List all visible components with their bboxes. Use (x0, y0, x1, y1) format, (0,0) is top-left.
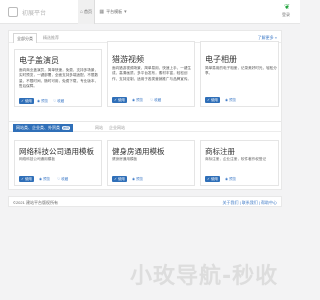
card-description: 面向商业盖演员，简单快速，免费，支持多场景，实时预览，一键部署，全面支持多端适配… (19, 68, 99, 89)
use-button-label: 使用 (117, 176, 125, 181)
heart-icon: ♡ (53, 99, 57, 103)
preview-button[interactable]: ◉ 预览 (37, 98, 48, 104)
preview-button[interactable]: ◉ 预览 (132, 176, 143, 182)
use-button[interactable]: ✓ 使用 (19, 98, 34, 104)
use-button[interactable]: ✓ 使用 (205, 176, 220, 182)
category-tabs: 网站类、企业类、外贸类 推荐 网站 企业网站 (8, 121, 282, 132)
eye-icon: ◉ (132, 98, 136, 102)
tab-website[interactable]: 网站 (95, 125, 103, 131)
copyright-text: ©2021 建站平台版权所有 (13, 200, 58, 205)
template-card[interactable]: 商标注册 商标注册，企业注册，软件著作权登记 ✓ 使用 ◉ 预览 (200, 140, 279, 186)
favorite-button-label: 收藏 (57, 98, 65, 103)
favorite-button[interactable]: ♡ 收藏 (57, 176, 68, 182)
logo-text: 初展平台 (22, 10, 47, 17)
template-card[interactable]: 猎游视频 面向猎游视频场景，简单易用，快速上手，一键生成，高清画质，多平台发布，… (107, 41, 195, 107)
recommend-badge: 推荐 (62, 126, 71, 130)
card-title: 电子盖演员 (19, 56, 59, 65)
preview-button[interactable]: ◉ 预览 (225, 97, 236, 103)
eye-icon: ◉ (132, 177, 136, 181)
tab-all-categories[interactable]: 全部分类 (13, 33, 37, 43)
user-area[interactable]: ❦ 登录 (282, 4, 290, 18)
card-description: 简单易用的电子相册，记录美好时光，轻松分享。 (205, 66, 277, 76)
eye-icon: ◉ (225, 177, 229, 181)
card-title: 健身房通用模板 (112, 147, 165, 156)
footer-links[interactable]: 关于我们 | 联系我们 | 帮助中心 (222, 200, 277, 206)
footer: ©2021 建站平台版权所有 关于我们 | 联系我们 | 帮助中心 (8, 196, 282, 207)
logo-mark-icon (8, 7, 18, 17)
check-icon: ✓ (114, 98, 117, 102)
preview-button-label: 预览 (229, 176, 237, 181)
card-subtitle: 商标注册，企业注册，软件著作权登记 (205, 157, 267, 161)
check-icon: ✓ (207, 98, 210, 102)
preview-button-label: 预览 (229, 97, 237, 102)
use-button[interactable]: ✓ 使用 (112, 176, 127, 182)
template-card[interactable]: 健身房通用模板 健身房通用模板 ✓ 使用 ◉ 预览 (107, 140, 195, 186)
nav-templates[interactable]: ▦ 平台模板 ▾ (96, 0, 130, 24)
template-card[interactable]: 电子相册 简单易用的电子相册，记录美好时光，轻松分享。 ✓ 使用 ◉ 预览 (200, 41, 279, 107)
eye-icon: ◉ (39, 177, 43, 181)
card-title: 电子相册 (205, 55, 237, 64)
favorite-button[interactable]: ♡ 收藏 (53, 98, 64, 104)
use-button[interactable]: ✓ 使用 (205, 97, 220, 103)
use-button-label: 使用 (210, 176, 218, 181)
nav-home-label: 首页 (84, 9, 93, 14)
card-subtitle: 网络科技公司通用模板 (19, 157, 55, 161)
template-card[interactable]: 网络科技公司通用模板 网络科技公司通用模板 ✓ 使用 ◉ 预览 ♡ 收藏 (14, 140, 102, 186)
card-description: 面向猎游视频场景，简单易用，快速上手，一键生成，高清画质，多平台发布，素材丰富，… (112, 66, 192, 81)
logo[interactable]: 初展平台 (8, 5, 70, 19)
card-title: 猎游视频 (112, 55, 144, 64)
use-button[interactable]: ✓ 使用 (19, 176, 34, 182)
login-link[interactable]: 登录 (282, 12, 290, 18)
favorite-button-label: 收藏 (61, 176, 69, 181)
watermark: 小玫导航-秒收 (130, 264, 279, 289)
use-button-label: 使用 (210, 97, 218, 102)
preview-button[interactable]: ◉ 预览 (39, 176, 50, 182)
check-icon: ✓ (21, 177, 24, 181)
eye-icon: ◉ (225, 98, 229, 102)
preview-button-label: 预览 (136, 176, 144, 181)
preview-button-label: 预览 (43, 176, 51, 181)
card-subtitle: 健身房通用模板 (112, 157, 138, 161)
check-icon: ✓ (207, 177, 210, 181)
use-button[interactable]: ✓ 使用 (112, 97, 127, 103)
tab-recommended[interactable]: 精选推荐 (43, 35, 59, 41)
chevron-down-icon: ▾ (124, 9, 127, 15)
leaf-icon: ❦ (284, 4, 290, 11)
tab-enterprise-site[interactable]: 企业网站 (109, 125, 125, 131)
favorite-button[interactable]: ♡ 收藏 (150, 97, 161, 103)
heart-icon: ♡ (57, 177, 61, 181)
use-button-label: 使用 (24, 176, 32, 181)
category-section: 网络科技公司通用模板 网络科技公司通用模板 ✓ 使用 ◉ 预览 ♡ 收藏 健身房通用模… (8, 132, 282, 190)
nav-templates-label: 平台模板 (106, 9, 123, 14)
preview-button-label: 预览 (136, 97, 144, 102)
template-card[interactable]: 电子盖演员 面向商业盖演员，简单快速，免费，支持多场景，实时预览，一键部署，全面… (14, 49, 102, 107)
check-icon: ✓ (114, 177, 117, 181)
use-button-label: 使用 (117, 97, 125, 102)
card-title: 商标注册 (205, 147, 235, 156)
heart-icon: ♡ (150, 98, 154, 102)
favorite-button-label: 收藏 (154, 97, 162, 102)
tab-label: 网站类、企业类、外贸类 (16, 125, 60, 130)
preview-button[interactable]: ◉ 预览 (225, 176, 236, 182)
eye-icon: ◉ (37, 99, 41, 103)
home-icon: ⌂ (79, 9, 84, 15)
tab-website-enterprise[interactable]: 网站类、企业类、外贸类 推荐 (13, 124, 74, 132)
card-title: 网络科技公司通用模板 (19, 147, 94, 156)
nav-home[interactable]: ⌂ 首页 (78, 0, 95, 24)
preview-button[interactable]: ◉ 预览 (132, 97, 143, 103)
preview-button-label: 预览 (41, 98, 49, 103)
grid-icon: ▦ (99, 9, 105, 15)
use-button-label: 使用 (24, 98, 32, 103)
top-bar: 初展平台 ⌂ 首页 ▦ 平台模板 ▾ ❦ 登录 (0, 0, 300, 24)
check-icon: ✓ (21, 99, 24, 103)
